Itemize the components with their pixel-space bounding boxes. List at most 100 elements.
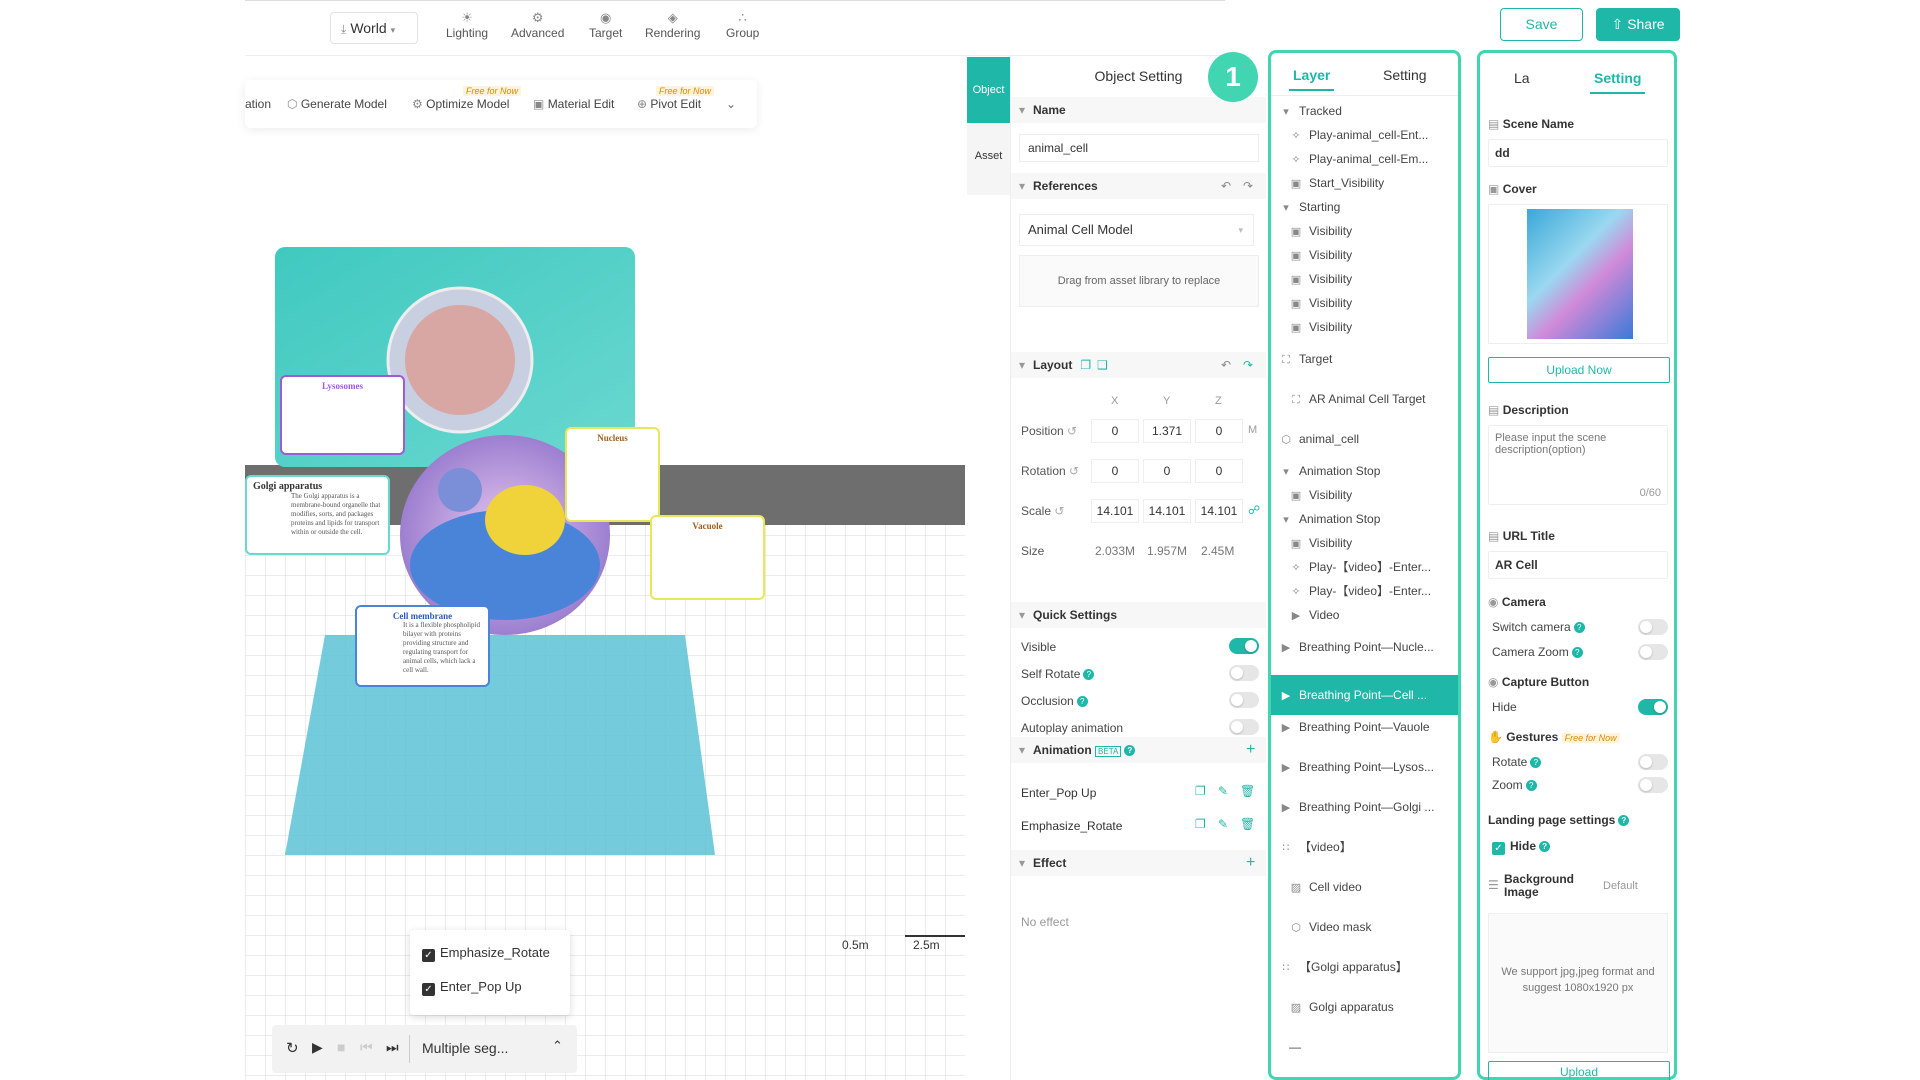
layer-row[interactable]: ▣ Visibility xyxy=(1271,483,1458,507)
layer-row[interactable]: ▶ Video xyxy=(1271,603,1458,627)
edit-icon[interactable]: ✎ xyxy=(1218,817,1228,831)
undo-icon[interactable]: ↶ xyxy=(1221,352,1231,378)
layer-row[interactable]: ▣ Visibility xyxy=(1271,243,1458,267)
animation-item-enter[interactable]: Enter_Pop Up xyxy=(1021,786,1096,800)
segment-select[interactable]: Multiple seg... xyxy=(422,1040,508,1056)
lysosomes-card[interactable]: Lysosomes xyxy=(280,375,405,455)
quick-settings-section[interactable]: Quick Settings xyxy=(1011,602,1266,628)
animation-item-rotate[interactable]: Emphasize_Rotate xyxy=(1021,819,1122,833)
scale-z[interactable]: 14.101 xyxy=(1195,499,1243,523)
add-icon[interactable]: + xyxy=(1246,850,1255,876)
switch-camera-toggle[interactable] xyxy=(1638,619,1668,635)
drag-replace-zone[interactable]: Drag from asset library to replace xyxy=(1019,255,1259,307)
paste-icon[interactable]: ❑ xyxy=(1097,358,1108,372)
help-icon[interactable]: ? xyxy=(1525,780,1537,791)
golgi-card[interactable]: Golgi apparatus The Golgi apparatus is a … xyxy=(245,475,390,555)
scene-viewport[interactable]: Lysosomes Nucleus Golgi apparatus The Gol… xyxy=(245,135,965,1080)
layer-row[interactable]: ⛶ Target xyxy=(1271,347,1458,371)
position-y[interactable]: 1.371 xyxy=(1143,419,1191,443)
loop-off-icon[interactable]: ↻ xyxy=(286,1039,299,1057)
name-input[interactable]: animal_cell xyxy=(1019,134,1259,162)
self-rotate-toggle[interactable] xyxy=(1229,665,1259,681)
layer-row[interactable]: ▣ Visibility xyxy=(1271,267,1458,291)
layer-row[interactable]: ⬡ Video mask xyxy=(1271,915,1458,939)
scene-name-input[interactable]: dd xyxy=(1488,139,1668,167)
help-icon[interactable]: ? xyxy=(1083,669,1095,680)
layer-row[interactable]: ▶ Breathing Point—Golgi ... xyxy=(1271,795,1458,819)
funcbar-item-cut[interactable]: ation xyxy=(245,97,271,111)
save-button[interactable]: Save xyxy=(1500,8,1583,41)
effect-section[interactable]: Effect + xyxy=(1011,850,1266,876)
rotation-z[interactable]: 0 xyxy=(1195,459,1243,483)
camera-zoom-toggle[interactable] xyxy=(1638,644,1668,660)
layout-section[interactable]: Layout ❐ ❑ ↶ ↷ xyxy=(1011,352,1266,378)
layer-row[interactable]: ▣ Start_Visibility xyxy=(1271,171,1458,195)
pivot-edit-button[interactable]: ⊕ Pivot Edit xyxy=(637,97,701,111)
help-icon[interactable]: ? xyxy=(1618,815,1630,826)
cover-frame[interactable] xyxy=(1488,204,1668,344)
visible-toggle[interactable] xyxy=(1229,638,1259,654)
link-icon[interactable]: ☍ xyxy=(1248,503,1260,517)
layer-row[interactable]: ⛶ AR Animal Cell Target xyxy=(1271,387,1458,411)
reference-select[interactable]: Animal Cell Model ▾ xyxy=(1019,214,1254,246)
help-icon[interactable]: ? xyxy=(1571,647,1583,658)
toolbar-lighting[interactable]: ☀ Lighting xyxy=(446,10,488,40)
upload-now-button[interactable]: Upload Now xyxy=(1488,357,1670,383)
layer-row[interactable]: ▣ Visibility xyxy=(1271,291,1458,315)
layer-row[interactable]: ▶ Breathing Point—Cell ... xyxy=(1271,675,1458,715)
rotation-x[interactable]: 0 xyxy=(1091,459,1139,483)
material-edit-button[interactable]: ▣ Material Edit xyxy=(533,97,614,111)
delete-icon[interactable]: 🗑 xyxy=(1240,784,1255,798)
redo-icon[interactable]: ↷ xyxy=(1243,352,1253,378)
references-section[interactable]: References ↶ ↷ xyxy=(1011,173,1266,199)
edit-icon[interactable]: ✎ xyxy=(1218,784,1228,798)
layer-row[interactable]: ▾ Tracked xyxy=(1271,99,1458,123)
layer-row[interactable]: ⬡ animal_cell xyxy=(1271,427,1458,451)
step-back-icon[interactable]: ⏮ xyxy=(360,1039,373,1056)
play-icon[interactable]: ▶ xyxy=(312,1039,323,1056)
undo-icon[interactable]: ↶ xyxy=(1221,173,1231,199)
layer-row[interactable]: ✧ Play-【video】-Enter... xyxy=(1271,555,1458,579)
delete-icon[interactable]: 🗑 xyxy=(1240,817,1255,831)
reset-icon[interactable]: ↺ xyxy=(1054,504,1064,518)
occlusion-toggle[interactable] xyxy=(1229,692,1259,708)
help-icon[interactable]: ? xyxy=(1573,622,1585,633)
landing-hide-checkbox[interactable]: ✓ Hide? xyxy=(1492,839,1551,855)
layer-row[interactable]: ▾ Starting xyxy=(1271,195,1458,219)
layer-row[interactable]: ▶ Breathing Point—Nucle... xyxy=(1271,635,1458,659)
help-icon[interactable]: ? xyxy=(1076,696,1088,707)
zoom-toggle[interactable] xyxy=(1638,777,1668,793)
tab-setting[interactable]: Setting xyxy=(1383,67,1427,83)
tab-layer[interactable]: La xyxy=(1514,70,1530,86)
position-z[interactable]: 0 xyxy=(1195,419,1243,443)
scale-y[interactable]: 14.101 xyxy=(1143,499,1191,523)
copy-icon[interactable]: ❐ xyxy=(1195,784,1206,798)
generate-model-button[interactable]: ⬡ Generate Model xyxy=(287,97,387,111)
popup-item-emphasize[interactable]: ✓ Emphasize_Rotate xyxy=(422,945,550,962)
toolbar-group[interactable]: ∴ Group xyxy=(726,10,759,40)
reset-icon[interactable]: ↺ xyxy=(1069,464,1079,478)
stop-icon[interactable]: ■ xyxy=(337,1039,345,1055)
toolbar-rendering[interactable]: ◈ Rendering xyxy=(645,10,700,40)
tab-asset[interactable]: Asset xyxy=(967,150,1010,162)
help-icon[interactable]: ? xyxy=(1124,745,1136,756)
layer-row[interactable]: ▾ Animation Stop xyxy=(1271,507,1458,531)
layer-row[interactable]: ∷ 【video】 xyxy=(1271,835,1458,859)
rotation-y[interactable]: 0 xyxy=(1143,459,1191,483)
position-x[interactable]: 0 xyxy=(1091,419,1139,443)
layer-row[interactable]: ✧ Play-animal_cell-Ent... xyxy=(1271,123,1458,147)
layer-row[interactable]: ▨ Golgi apparatus xyxy=(1271,995,1458,1019)
layer-row[interactable]: ▶ Breathing Point—Vauole xyxy=(1271,715,1458,739)
help-icon[interactable]: ? xyxy=(1530,757,1542,768)
layer-row[interactable]: ▣ Visibility xyxy=(1271,315,1458,339)
world-dropdown[interactable]: ⤓ World ▾ xyxy=(330,12,418,44)
rotate-toggle[interactable] xyxy=(1638,754,1668,770)
reset-icon[interactable]: ↺ xyxy=(1067,424,1077,438)
layer-row[interactable]: ▣ Visibility xyxy=(1271,531,1458,555)
animation-section[interactable]: Animation BETA? + xyxy=(1011,737,1266,763)
tab-layer[interactable]: Layer xyxy=(1289,67,1335,91)
layer-row[interactable]: ∷ 【Golgi apparatus】 xyxy=(1271,955,1458,979)
toolbar-target[interactable]: ◉ Target xyxy=(589,10,622,40)
layer-row[interactable]: ▶ Breathing Point—Lysos... xyxy=(1271,755,1458,779)
autoplay-toggle[interactable] xyxy=(1229,719,1259,735)
